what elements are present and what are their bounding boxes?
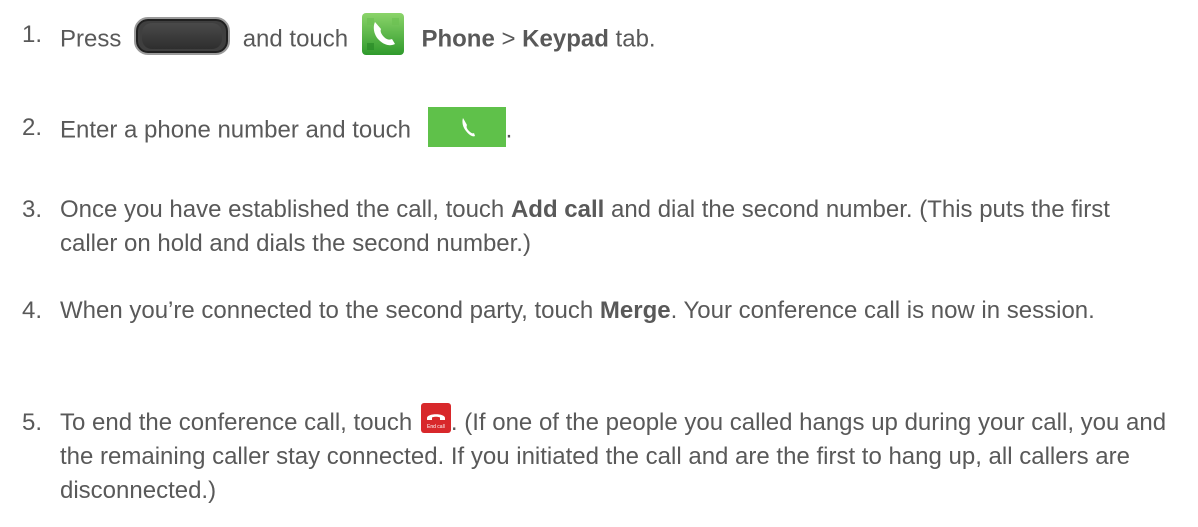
step-text: Enter a phone number and touch . (60, 107, 1170, 151)
step-text: To end the conference call, touch End ca… (60, 402, 1170, 508)
keypad-label: Keypad (522, 25, 609, 53)
end-call-icon: End call (420, 402, 451, 433)
step-text-part: When you’re connected to the second part… (60, 297, 594, 324)
call-button-icon (427, 107, 506, 147)
phone-label: Phone (421, 25, 495, 53)
instruction-steps: 1. Press and touch Phone > Keypad tab. 2… (0, 0, 1198, 527)
step-text-part: . (505, 116, 513, 144)
step-number: 3. (22, 196, 43, 223)
merge-label: Merge (599, 297, 671, 324)
phone-app-icon (361, 12, 405, 56)
step-text: When you’re connected to the second part… (60, 294, 1170, 328)
home-key-icon (134, 17, 231, 55)
step-text-part: and touch (242, 25, 349, 53)
step-text: Press and touch Phone > Keypad tab. (60, 13, 1170, 62)
step-text-part: tab. (615, 25, 656, 53)
step-text: Once you have established the call, touc… (60, 193, 1170, 261)
step-text-part: To end the conference call, touch (60, 409, 413, 436)
end-call-label: End call (427, 423, 445, 430)
step-number: 5. (22, 409, 43, 436)
step-text-part: Once you have established the call, touc… (60, 196, 505, 223)
step-number: 4. (22, 297, 43, 324)
add-call-label: Add call (510, 196, 605, 223)
step-text-part: Press (60, 25, 122, 53)
step-text-part: > (501, 25, 516, 53)
step-text-part: Enter a phone number and touch (60, 116, 411, 144)
step-number: 2. (22, 114, 43, 141)
step-text-part: . Your conference call is now in session… (670, 297, 1095, 324)
step-number: 1. (22, 21, 43, 48)
